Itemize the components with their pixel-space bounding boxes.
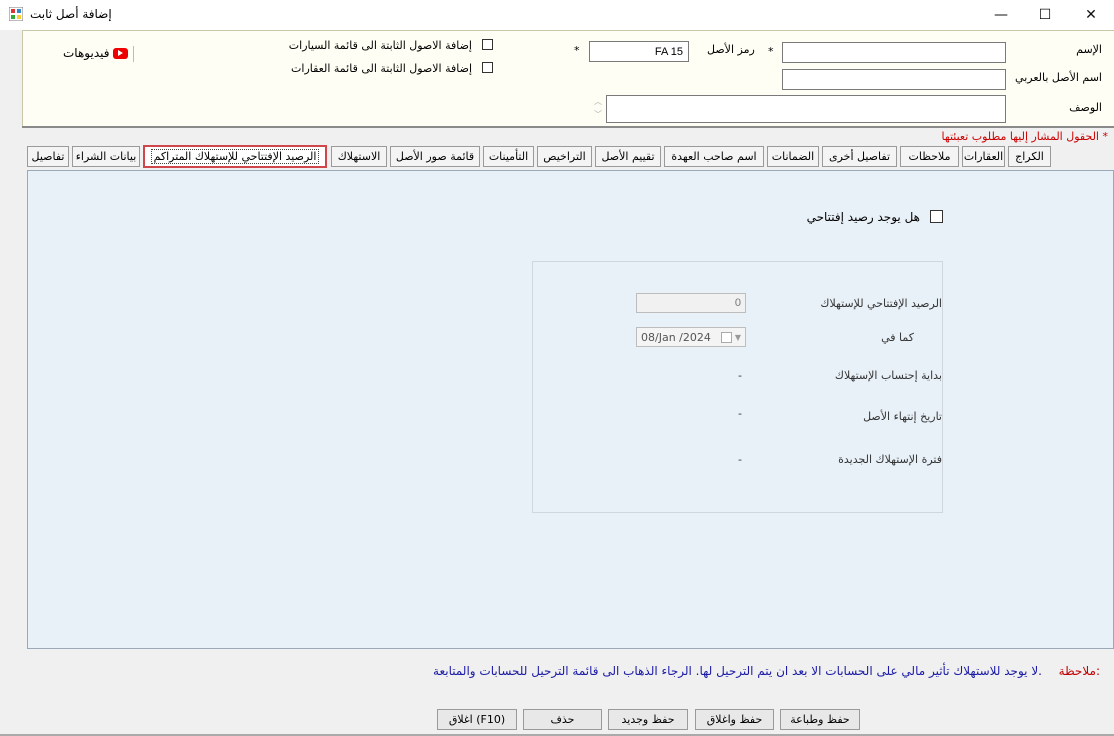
- tab-insurances[interactable]: التأمينات: [483, 146, 534, 167]
- depreciation-start-value: -: [738, 369, 742, 382]
- as-of-date-picker[interactable]: 08/Jan /2024 ▼: [636, 327, 746, 347]
- opening-balance-label: الرصيد الإفتتاحي للإستهلاك: [820, 297, 942, 310]
- has-opening-balance-label: هل يوجد رصيد إفتتاحي: [806, 210, 920, 224]
- asset-code-required-star: *: [574, 44, 580, 57]
- close-icon: ✕: [1085, 7, 1097, 23]
- asset-code-field[interactable]: [589, 41, 689, 62]
- videos-label: فيديوهات: [63, 46, 110, 60]
- close-window-button[interactable]: ✕: [1068, 0, 1114, 30]
- title-bar: إضافة أصل ثابت — ☐ ✕: [0, 0, 1114, 30]
- header-divider: [22, 126, 1114, 128]
- tab-other-details[interactable]: تفاصيل أخرى: [822, 146, 897, 167]
- add-to-realestate-checkbox[interactable]: [482, 62, 493, 73]
- tab-notes[interactable]: ملاحظات: [900, 146, 959, 167]
- asset-code-label: رمز الأصل: [707, 43, 755, 56]
- required-fields-note: الحقول المشار إليها مطلوب تعبئتها *: [941, 130, 1108, 143]
- scroll-up-icon: ︿: [594, 97, 602, 106]
- has-opening-balance-checkbox[interactable]: [930, 210, 943, 223]
- save-print-button[interactable]: حفظ وطباعة: [780, 709, 860, 730]
- tab-garage[interactable]: الكراج: [1008, 146, 1051, 167]
- description-scrollbar[interactable]: ︿ ﹀: [592, 95, 604, 123]
- name-field[interactable]: [782, 42, 1006, 63]
- new-depreciation-period-value: -: [738, 453, 742, 466]
- app-icon: [9, 7, 23, 21]
- add-to-realestate-label: إضافة الاصول الثابتة الى قائمة العقارات: [291, 62, 472, 75]
- youtube-icon: [113, 47, 129, 59]
- note-text: لا يوجد للاستهلاك تأثير مالي على الحسابا…: [433, 664, 1042, 678]
- new-depreciation-period-label: فترة الإستهلاك الجديدة: [838, 453, 942, 466]
- save-new-button[interactable]: حفظ وجديد: [608, 709, 688, 730]
- opening-balance-field[interactable]: [636, 293, 746, 313]
- tab-strip: الكراج العقارات ملاحظات تفاصيل أخرى الضم…: [0, 145, 1114, 168]
- minimize-icon: —: [994, 7, 1008, 23]
- note-prefix: ملاحظة:: [1058, 664, 1100, 678]
- scroll-down-icon: ﹀: [594, 110, 602, 119]
- delete-button[interactable]: حذف: [523, 709, 602, 730]
- add-to-cars-label: إضافة الاصول الثابتة الى قائمة السيارات: [288, 39, 472, 52]
- tab-asset-valuation[interactable]: تقييم الأصل: [595, 146, 661, 167]
- window-title: إضافة أصل ثابت: [30, 7, 112, 21]
- save-close-button[interactable]: حفظ واغلاق: [695, 709, 774, 730]
- calendar-icon: [720, 331, 732, 343]
- tab-custodian[interactable]: اسم صاحب العهدة: [664, 146, 764, 167]
- videos-link[interactable]: فيديوهات: [63, 46, 129, 60]
- asset-end-date-value: -: [738, 407, 742, 420]
- as-of-label: كما في: [881, 331, 914, 344]
- tab-asset-images[interactable]: قائمة صور الأصل: [390, 146, 480, 167]
- minimize-button[interactable]: —: [978, 0, 1024, 30]
- add-to-cars-checkbox[interactable]: [482, 39, 493, 50]
- videos-separator: [133, 46, 134, 62]
- tab-depreciation[interactable]: الاستهلاك: [331, 146, 387, 167]
- tab-warranties[interactable]: الضمانات: [767, 146, 819, 167]
- tab-real-estate[interactable]: العقارات: [962, 146, 1005, 167]
- arabic-name-label: اسم الأصل بالعربي: [1015, 71, 1102, 84]
- arabic-name-field[interactable]: [782, 69, 1006, 90]
- tab-licenses[interactable]: التراخيص: [537, 146, 592, 167]
- tab-details[interactable]: تفاصيل: [27, 146, 69, 167]
- asset-end-date-label: تاريخ إنتهاء الأصل: [863, 410, 942, 423]
- close-button[interactable]: اغلاق (F10): [437, 709, 517, 730]
- depreciation-start-label: بداية إحتساب الإستهلاك: [834, 369, 942, 382]
- maximize-icon: ☐: [1038, 7, 1052, 23]
- as-of-date-value: 08/Jan /2024: [641, 330, 711, 344]
- description-label: الوصف: [1069, 101, 1102, 114]
- name-required-star: *: [768, 45, 774, 58]
- tab-opening-accumulated-depreciation[interactable]: الرصيد الإفتتاحي للإستهلاك المتراكم: [143, 145, 327, 168]
- description-field[interactable]: [606, 95, 1006, 123]
- maximize-button[interactable]: ☐: [1022, 0, 1068, 30]
- tab-purchase-data[interactable]: بيانات الشراء: [72, 146, 140, 167]
- name-label: الإسم: [1076, 43, 1102, 56]
- chevron-down-icon: ▼: [734, 332, 741, 342]
